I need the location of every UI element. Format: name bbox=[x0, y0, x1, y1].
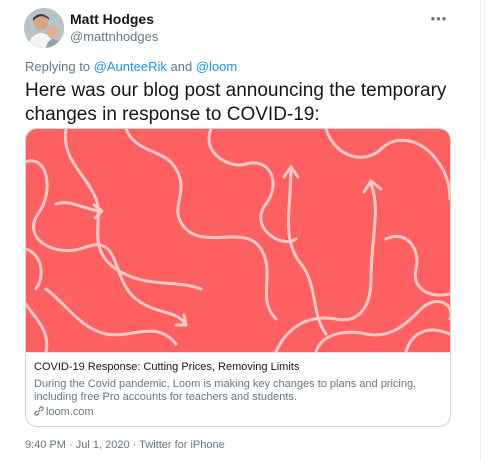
column-border bbox=[480, 0, 481, 460]
replying-and: and bbox=[170, 59, 193, 74]
tweet-source[interactable]: Twitter for iPhone bbox=[139, 439, 225, 451]
more-options-button[interactable]: ••• bbox=[428, 10, 450, 28]
card-title: COVID-19 Response: Cutting Prices, Remov… bbox=[34, 361, 300, 373]
card-body: COVID-19 Response: Cutting Prices, Remov… bbox=[26, 352, 450, 426]
author-handle[interactable]: @mattnhodges bbox=[70, 29, 158, 44]
replying-prefix: Replying to bbox=[25, 59, 91, 74]
tweet-meta: 9:40 PM · Jul 1, 2020 · Twitter for iPho… bbox=[25, 439, 225, 451]
card-image bbox=[26, 129, 450, 352]
card-domain-text: loom.com bbox=[46, 406, 94, 418]
card-description: During the Covid pandemic, Loom is makin… bbox=[34, 378, 417, 403]
replying-to: Replying to @AunteeRik and @loom bbox=[25, 59, 237, 74]
reply-user-link[interactable]: @loom bbox=[196, 59, 237, 74]
card-domain: loom.com bbox=[34, 406, 94, 418]
tweet-timestamp[interactable]: 9:40 PM · Jul 1, 2020 bbox=[25, 439, 130, 451]
sidebar-edge bbox=[484, 0, 490, 160]
tweet-text: Here was our blog post announcing the te… bbox=[25, 80, 447, 125]
squiggle-illustration bbox=[26, 129, 450, 352]
more-horizontal-icon: ••• bbox=[430, 11, 448, 26]
meta-separator: · bbox=[129, 439, 140, 451]
reply-user-link[interactable]: @AunteeRik bbox=[94, 59, 167, 74]
link-icon bbox=[34, 406, 44, 416]
author-name[interactable]: Matt Hodges bbox=[70, 11, 154, 27]
avatar-image bbox=[24, 8, 64, 48]
avatar[interactable] bbox=[24, 8, 64, 48]
link-card[interactable]: COVID-19 Response: Cutting Prices, Remov… bbox=[25, 128, 451, 427]
